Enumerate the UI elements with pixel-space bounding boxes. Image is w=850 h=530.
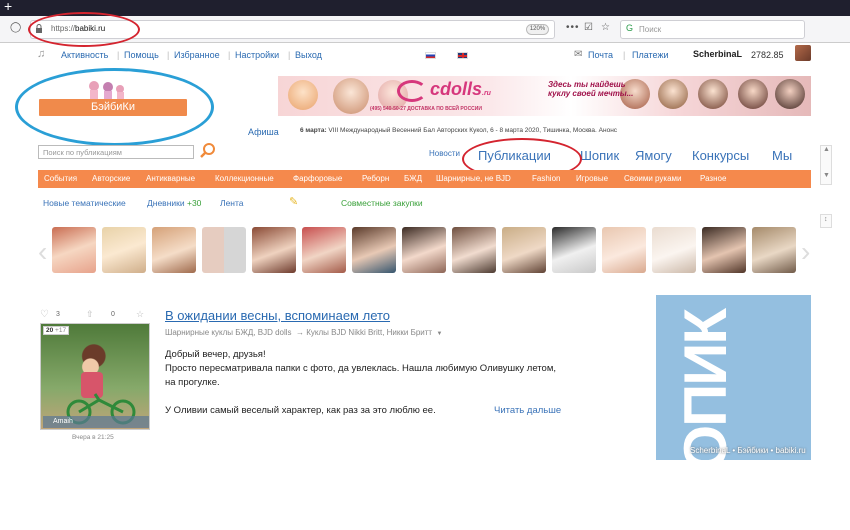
- next-arrow-icon[interactable]: ›: [801, 236, 810, 268]
- menu-settings[interactable]: Настройки: [235, 50, 279, 60]
- cdolls-logo-icon: [397, 80, 427, 102]
- comments-count: 0: [111, 311, 115, 318]
- subnav-thematic[interactable]: Новые тематические: [43, 198, 126, 208]
- menu-help[interactable]: Помощь: [124, 50, 159, 60]
- thumb-item[interactable]: [152, 227, 196, 273]
- cdolls-banner[interactable]: [278, 76, 811, 116]
- bookmark-star-icon[interactable]: ☆: [601, 22, 610, 33]
- menu-favorites[interactable]: Избранное: [174, 50, 220, 60]
- pencil-icon[interactable]: ✎: [289, 195, 298, 208]
- bookmark-icon[interactable]: ☆: [136, 309, 144, 320]
- share-icon[interactable]: ⇧: [86, 309, 94, 320]
- heart-icon[interactable]: ♡: [40, 309, 49, 320]
- category-item[interactable]: Разное: [700, 174, 726, 183]
- read-more-link[interactable]: Читать дальше: [494, 405, 561, 416]
- category-item[interactable]: Фарфоровые: [293, 174, 342, 183]
- balance: 2782.85: [751, 50, 784, 60]
- post-text-line: У Оливии самый веселый характер, как раз…: [165, 405, 436, 416]
- category-item[interactable]: Коллекционные: [215, 174, 274, 183]
- browser-search-placeholder: Поиск: [639, 25, 662, 34]
- mail-icon[interactable]: ✉: [574, 49, 582, 60]
- subnav-diaries[interactable]: Дневники +30: [147, 198, 201, 208]
- thumb-item[interactable]: [602, 227, 646, 273]
- post-text-line: Добрый вечер, друзья!: [165, 349, 266, 360]
- thumbs-scroll-handle[interactable]: ↕: [820, 214, 832, 228]
- thumb-item[interactable]: [102, 227, 146, 273]
- menu-payments[interactable]: Платежи: [632, 50, 669, 60]
- username[interactable]: ScherbinaL: [693, 49, 742, 59]
- publication-search-input[interactable]: Поиск по публикациям: [38, 145, 194, 159]
- zoom-level[interactable]: 120%: [526, 24, 549, 35]
- post-categories[interactable]: Шарнирные куклы БЖД, BJD dolls → Куклы B…: [165, 328, 442, 337]
- thumb-item[interactable]: [202, 227, 246, 273]
- thumb-item[interactable]: [52, 227, 96, 273]
- post-title[interactable]: В ожидании весны, вспоминаем лето: [165, 308, 390, 323]
- search-icon[interactable]: [200, 142, 216, 158]
- subnav-feed[interactable]: Лента: [220, 198, 244, 208]
- browser-search-box[interactable]: G Поиск: [620, 20, 805, 39]
- shop-ad-text: ШОПИК: [672, 310, 739, 530]
- search-engine-icon: G: [626, 23, 634, 33]
- thumb-item[interactable]: [502, 227, 546, 273]
- thumb-item[interactable]: [752, 227, 796, 273]
- banner-brand: cdolls.ru: [430, 79, 491, 99]
- watermark: ScherbinaL • Бэйбики • babiki.ru: [690, 446, 806, 455]
- thumb-item[interactable]: [552, 227, 596, 273]
- category-item[interactable]: События: [44, 174, 77, 183]
- thumb-item[interactable]: [252, 227, 296, 273]
- post-time: Вчера в 21:25: [72, 434, 114, 441]
- section-contests[interactable]: Конкурсы: [692, 148, 749, 163]
- page-scrollbar[interactable]: ▲ ▼: [820, 145, 832, 185]
- annotation-url-ellipse: [28, 12, 140, 47]
- thumb-item[interactable]: [652, 227, 696, 273]
- category-item[interactable]: Игровые: [576, 174, 608, 183]
- afisha-link[interactable]: Афиша: [248, 127, 279, 137]
- english-flag-icon[interactable]: [457, 52, 468, 59]
- thumb-item[interactable]: [702, 227, 746, 273]
- new-tab-icon[interactable]: +: [4, 0, 12, 14]
- banner-phone: (495) 540-50-27 ДОСТАВКА ПО ВСЕЙ РОССИИ: [370, 106, 482, 112]
- menu-mail[interactable]: Почта: [588, 50, 613, 60]
- search-placeholder: Поиск по публикациям: [43, 148, 122, 157]
- bell-icon[interactable]: ♫: [37, 48, 45, 60]
- post-author[interactable]: Amaih: [43, 416, 149, 428]
- menu-activity[interactable]: Активность: [61, 50, 108, 60]
- pocket-icon[interactable]: ☑: [584, 22, 593, 33]
- category-item[interactable]: Fashion: [532, 174, 560, 183]
- prev-arrow-icon[interactable]: ‹: [38, 236, 47, 268]
- section-we[interactable]: Мы: [772, 148, 792, 163]
- category-item[interactable]: Антикварные: [146, 174, 195, 183]
- category-item[interactable]: Шарнирные, не BJD: [436, 174, 511, 183]
- more-actions-icon[interactable]: •••: [566, 22, 580, 33]
- menu-logout[interactable]: Выход: [295, 50, 322, 60]
- browser-tab-bar: +: [0, 0, 850, 16]
- category-item[interactable]: Авторские: [92, 174, 130, 183]
- section-news[interactable]: Новости: [429, 149, 460, 158]
- afisha-announcement[interactable]: 6 марта: VIII Международный Весенний Бал…: [300, 127, 617, 134]
- thumb-item[interactable]: [402, 227, 446, 273]
- post-image[interactable]: 20 +17 Amaih: [40, 323, 150, 430]
- thumb-item[interactable]: [302, 227, 346, 273]
- russian-flag-icon[interactable]: [425, 52, 436, 59]
- category-item[interactable]: Реборн: [362, 174, 389, 183]
- thumb-item[interactable]: [352, 227, 396, 273]
- annotation-logo-ellipse: [15, 68, 214, 146]
- shield-icon[interactable]: ◯: [10, 22, 21, 33]
- thumb-item[interactable]: [452, 227, 496, 273]
- likes-count: 3: [56, 311, 60, 318]
- category-item[interactable]: Своими руками: [624, 174, 682, 183]
- banner-slogan: Здесь ты найдешь куклу своей мечты...: [548, 80, 634, 98]
- category-item[interactable]: БЖД: [404, 174, 422, 183]
- section-yamogu[interactable]: Ямогу: [635, 148, 672, 163]
- post-text-line: Просто пересматривала папки с фото, да у…: [165, 363, 556, 374]
- photo-count-badge: 20 +17: [43, 326, 70, 335]
- post-text-line: на прогулке.: [165, 377, 220, 388]
- avatar[interactable]: [795, 45, 811, 61]
- section-shop[interactable]: Шопик: [580, 148, 619, 163]
- subnav-joint-purchases[interactable]: Совместные закупки: [341, 198, 423, 208]
